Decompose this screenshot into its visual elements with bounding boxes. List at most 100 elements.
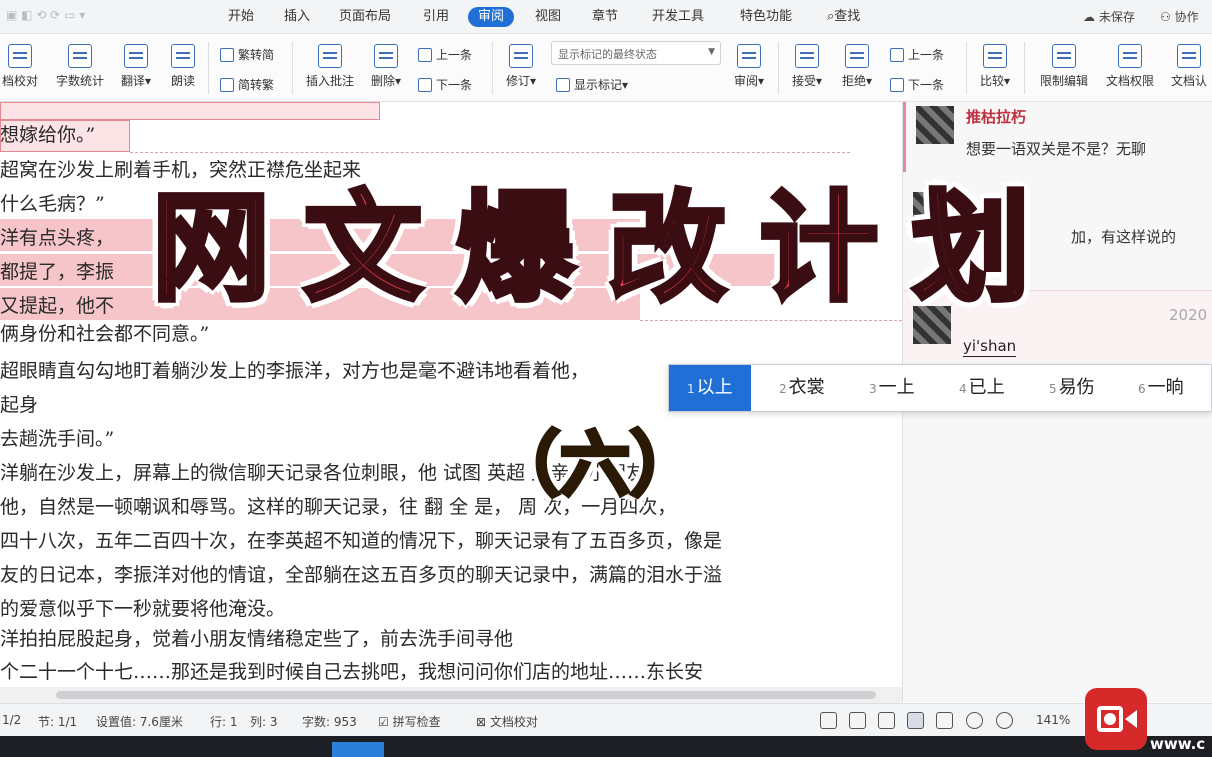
avatar	[916, 106, 954, 144]
permission-icon	[1118, 44, 1142, 68]
ime-candidate[interactable]: 4 已上	[959, 365, 1005, 411]
compare-icon	[983, 44, 1007, 68]
tab-references[interactable]: 引用	[423, 7, 449, 27]
read-aloud-button[interactable]: 朗读	[165, 44, 201, 89]
translate-icon	[124, 44, 148, 68]
markup-state-select[interactable]: 显示标记的最终状态 ▼	[551, 41, 721, 65]
convert-icon	[220, 48, 234, 62]
ribbon-divider	[292, 42, 293, 94]
quick-access-toolbar[interactable]: ▣ ◧ ⟲ ⟳ ▭ ▾	[6, 8, 196, 26]
verify-icon	[1177, 44, 1201, 68]
taskbar-app[interactable]	[332, 742, 384, 757]
translate-button[interactable]: 翻译▾	[116, 44, 156, 89]
doc-permission-button[interactable]: 文档权限	[1100, 44, 1160, 89]
tab-features[interactable]: 特色功能	[740, 7, 792, 27]
record-dot-icon	[1104, 713, 1116, 725]
read-mode-icon[interactable]	[849, 712, 866, 729]
ime-candidate[interactable]: 5 易伤	[1049, 365, 1095, 411]
ime-candidate[interactable]: 1 以上	[669, 365, 751, 411]
spell-check-button[interactable]: ☑ 拼写检查	[378, 713, 441, 730]
comment-card[interactable]: 推枯拉朽 想要一语双关是不是？无聊	[903, 102, 1212, 172]
page-view-icon[interactable]	[907, 712, 924, 729]
simp-to-trad-button[interactable]: 简转繁	[220, 76, 274, 93]
col-indicator: 列: 3	[250, 715, 278, 729]
doc-line: 起身	[0, 394, 39, 416]
next-icon	[418, 78, 432, 92]
eye-protect-icon[interactable]	[996, 712, 1013, 729]
doc-line: 洋有点头疼，	[0, 227, 115, 249]
show-markup-button[interactable]: 显示标记▾	[556, 76, 628, 93]
review-pane-button[interactable]: 审阅▾	[728, 44, 770, 89]
ribbon-divider	[1024, 42, 1025, 94]
doc-line: 什么毛病？”	[0, 193, 105, 215]
doc-line: 的爱意似乎下一秒就要将他淹没。	[0, 598, 286, 620]
tab-home[interactable]: 开始	[228, 7, 254, 27]
write-mode-icon[interactable]	[878, 712, 895, 729]
delete-comment-button[interactable]: 删除▾	[366, 44, 406, 89]
doc-line: 俩身份和社会都不同意。”	[0, 323, 210, 345]
delete-comment-icon	[374, 44, 398, 68]
track-changes-button[interactable]: 修订▾	[500, 44, 542, 89]
doc-line: 去趟洗手间。”	[0, 428, 115, 450]
tab-review[interactable]: 审阅	[468, 7, 515, 27]
unsaved-status[interactable]: ☁ 未保存	[1083, 8, 1135, 25]
ime-candidate[interactable]: 6 一晌	[1138, 365, 1184, 411]
accept-button[interactable]: 接受▾	[786, 44, 828, 89]
word-count-button[interactable]: 字数统计	[52, 44, 108, 89]
tab-developer[interactable]: 开发工具	[652, 7, 704, 27]
compare-button[interactable]: 比较▾	[974, 44, 1016, 89]
prev-icon	[890, 48, 904, 62]
watermark: www.c	[1150, 735, 1206, 753]
reject-icon	[845, 44, 869, 68]
reject-button[interactable]: 拒绝▾	[836, 44, 878, 89]
comment-connector	[130, 152, 850, 153]
section-indicator: 节: 1/1	[38, 715, 78, 729]
tab-insert[interactable]: 插入	[284, 7, 310, 27]
spell-check-icon: ☑	[378, 715, 389, 729]
tab-page-layout[interactable]: 页面布局	[339, 7, 391, 27]
scrollbar-thumb[interactable]	[56, 691, 876, 699]
doc-check-button[interactable]: 档校对	[0, 44, 42, 89]
tab-view[interactable]: 视图	[535, 7, 561, 27]
ime-candidate[interactable]: 3 一上	[869, 365, 915, 411]
ribbon-divider	[966, 42, 967, 94]
prev-comment-button[interactable]: 上一条	[418, 46, 472, 63]
comment-input[interactable]: yi'shan	[963, 336, 1017, 357]
insert-comment-button[interactable]: 插入批注	[302, 44, 358, 89]
prev-change-button[interactable]: 上一条	[890, 46, 944, 63]
user-icon: ⚇	[1160, 10, 1171, 24]
review-ribbon: 档校对 字数统计 翻译▾ 朗读 繁转简 简转繁 插入批注 删除▾ 上一条 下一条…	[0, 34, 1212, 102]
horizontal-scrollbar[interactable]	[0, 687, 902, 703]
search-command[interactable]: ⌕查找	[827, 7, 860, 27]
screen-recorder-badge	[1085, 688, 1147, 750]
ime-candidate-bar: 1 以上 2 衣裳 3 一上 4 已上 5 易伤 6 一晌	[668, 364, 1212, 412]
zoom-level[interactable]: 141%	[1036, 713, 1070, 727]
status-bar: 1/2 节: 1/1 设置值: 7.6厘米 行: 1 列: 3 字数: 953 …	[0, 703, 1212, 736]
comment-date: 2020	[1169, 306, 1208, 324]
ime-candidate[interactable]: 2 衣裳	[779, 365, 825, 411]
read-aloud-icon	[171, 44, 195, 68]
proofread-button[interactable]: ⊠ 文档校对	[476, 713, 538, 730]
trad-to-simp-button[interactable]: 繁转简	[220, 46, 274, 63]
taskbar	[0, 736, 1212, 757]
page-indicator[interactable]: 1/2	[2, 713, 21, 727]
doc-line: 都提了，李振	[0, 261, 115, 283]
doc-verify-button[interactable]: 文档认	[1166, 44, 1212, 89]
ribbon-divider	[208, 42, 209, 94]
word-count-icon	[68, 44, 92, 68]
camera-icon	[1125, 710, 1137, 728]
restrict-edit-button[interactable]: 限制编辑	[1034, 44, 1094, 89]
tab-chapter[interactable]: 章节	[592, 7, 618, 27]
word-count-indicator[interactable]: 字数: 953	[302, 713, 357, 730]
doc-line: 友的日记本，李振洋对他的情谊，全部躺在这五百多页的聊天记录中，满篇的泪水于溢	[0, 564, 723, 586]
next-change-button[interactable]: 下一条	[890, 76, 944, 93]
web-view-icon[interactable]	[966, 712, 983, 729]
comment-icon	[318, 44, 342, 68]
outline-view-icon[interactable]	[936, 712, 953, 729]
comment-connector	[640, 320, 902, 321]
show-markup-icon	[556, 78, 570, 92]
collab-button[interactable]: ⚇ 协作	[1160, 8, 1199, 25]
next-comment-button[interactable]: 下一条	[418, 76, 472, 93]
ribbon-divider	[778, 42, 779, 94]
fullscreen-icon[interactable]	[820, 712, 837, 729]
